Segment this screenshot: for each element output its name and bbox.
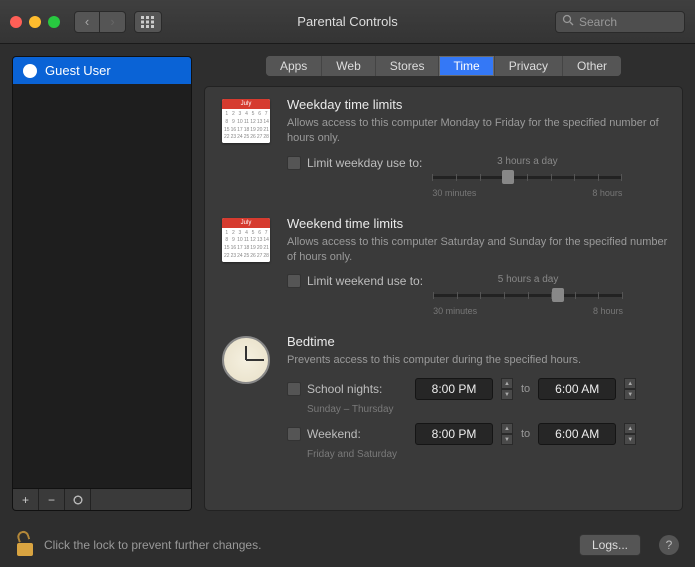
window-controls — [10, 16, 60, 28]
weekend-slider[interactable] — [433, 287, 623, 303]
weekday-title: Weekday time limits — [287, 97, 668, 112]
weekend-bedtime-checkbox[interactable]: Weekend: — [287, 427, 407, 441]
remove-user-button[interactable]: − — [39, 489, 65, 510]
user-action-button[interactable] — [65, 489, 91, 510]
weekend-section: July 12345678910111213141516171819202122… — [219, 216, 668, 317]
time-stepper[interactable]: ▲▼ — [501, 378, 513, 400]
minimize-icon[interactable] — [29, 16, 41, 28]
weekend-to-time[interactable]: 6:00 AM — [538, 423, 616, 445]
close-icon[interactable] — [10, 16, 22, 28]
weekend-checkbox[interactable]: Limit weekend use to: — [287, 274, 423, 288]
slider-thumb-icon[interactable] — [552, 288, 564, 302]
lock-icon[interactable] — [16, 534, 34, 556]
forward-button[interactable]: › — [100, 11, 126, 33]
bedtime-desc: Prevents access to this computer during … — [287, 353, 668, 368]
bedtime-section: Bedtime Prevents access to this computer… — [219, 334, 668, 468]
lock-text: Click the lock to prevent further change… — [44, 538, 569, 552]
zoom-icon[interactable] — [48, 16, 60, 28]
weekend-title: Weekend time limits — [287, 216, 668, 231]
tab-stores[interactable]: Stores — [376, 56, 440, 76]
checkbox-icon — [287, 427, 301, 441]
weekend-from-time[interactable]: 8:00 PM — [415, 423, 493, 445]
checkbox-icon — [287, 382, 301, 396]
checkbox-icon — [287, 156, 301, 170]
clock-icon — [222, 336, 270, 384]
weekend-bedtime-note: Friday and Saturday — [307, 449, 668, 460]
school-note: Sunday – Thursday — [307, 404, 668, 415]
tab-apps[interactable]: Apps — [266, 56, 322, 76]
user-sidebar: Guest User + − — [12, 56, 192, 511]
school-from-time[interactable]: 8:00 PM — [415, 378, 493, 400]
calendar-icon: July 12345678910111213141516171819202122… — [222, 218, 270, 262]
school-nights-checkbox[interactable]: School nights: — [287, 382, 407, 396]
time-stepper[interactable]: ▲▼ — [501, 423, 513, 445]
help-button[interactable]: ? — [659, 535, 679, 555]
tab-web[interactable]: Web — [322, 56, 375, 76]
time-stepper[interactable]: ▲▼ — [624, 378, 636, 400]
bedtime-title: Bedtime — [287, 334, 668, 349]
tab-time[interactable]: Time — [439, 56, 494, 76]
sidebar-toolbar: + − — [12, 489, 192, 511]
calendar-icon: July 12345678910111213141516171819202122… — [222, 99, 270, 143]
weekend-slider-value: 5 hours a day — [433, 274, 623, 285]
time-stepper[interactable]: ▲▼ — [624, 423, 636, 445]
weekday-min: 30 minutes — [432, 188, 476, 198]
weekday-max: 8 hours — [592, 188, 622, 198]
footer: Click the lock to prevent further change… — [0, 523, 695, 567]
titlebar: ‹ › Parental Controls Search — [0, 0, 695, 44]
search-placeholder: Search — [579, 15, 617, 29]
show-all-button[interactable] — [134, 11, 162, 33]
weekday-checkbox[interactable]: Limit weekday use to: — [287, 156, 422, 170]
tab-bar: Apps Web Stores Time Privacy Other — [266, 56, 621, 76]
weekend-desc: Allows access to this computer Saturday … — [287, 235, 668, 265]
user-name: Guest User — [45, 63, 111, 78]
slider-thumb-icon[interactable] — [502, 170, 514, 184]
checkbox-icon — [287, 274, 301, 288]
weekday-slider[interactable] — [432, 169, 622, 185]
user-list[interactable]: Guest User — [12, 56, 192, 489]
user-avatar-icon — [23, 64, 37, 78]
weekend-min: 30 minutes — [433, 306, 477, 316]
tab-other[interactable]: Other — [563, 56, 621, 76]
settings-panel: July 12345678910111213141516171819202122… — [204, 86, 683, 511]
window-title: Parental Controls — [297, 14, 397, 29]
back-button[interactable]: ‹ — [74, 11, 100, 33]
add-user-button[interactable]: + — [13, 489, 39, 510]
weekend-max: 8 hours — [593, 306, 623, 316]
search-icon — [562, 14, 574, 29]
search-field[interactable]: Search — [555, 11, 685, 33]
weekday-section: July 12345678910111213141516171819202122… — [219, 97, 668, 198]
logs-button[interactable]: Logs... — [579, 534, 641, 556]
weekday-desc: Allows access to this computer Monday to… — [287, 116, 668, 146]
tab-privacy[interactable]: Privacy — [495, 56, 563, 76]
user-row-guest[interactable]: Guest User — [13, 57, 191, 84]
weekday-slider-value: 3 hours a day — [432, 156, 622, 167]
school-to-time[interactable]: 6:00 AM — [538, 378, 616, 400]
